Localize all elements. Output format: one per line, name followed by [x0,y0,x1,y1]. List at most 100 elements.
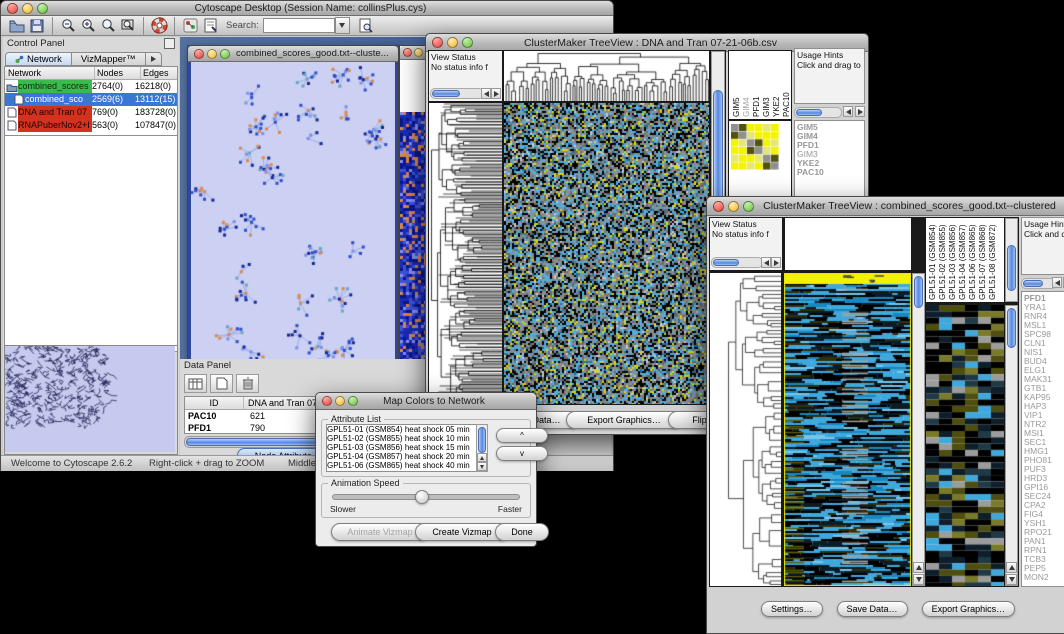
tab-network[interactable]: Network [5,52,72,66]
tv1-export-graphics-button[interactable]: Export Graphics… [566,411,682,429]
tv2-row-dendrogram[interactable] [710,273,781,586]
zoom-button[interactable] [348,396,358,406]
minimize-button[interactable] [22,3,33,14]
id-column[interactable]: ID [185,397,244,409]
minimize-button[interactable] [414,48,423,57]
zoom-out-icon[interactable] [58,16,78,36]
scroll-left-icon[interactable] [843,106,853,117]
zoom-button[interactable] [220,49,230,59]
close-button[interactable] [403,48,412,57]
save-icon[interactable] [27,16,47,36]
similarity-submatrix[interactable] [731,124,779,170]
close-button[interactable] [322,396,332,406]
network-list-empty-area[interactable] [4,136,178,352]
tv2-usage-hscrollbar[interactable] [1021,277,1064,289]
tv2-status-hscrollbar[interactable] [711,257,763,268]
scroll-left-icon[interactable] [481,88,491,99]
network-row[interactable]: RNAPuberNov2+I 563(0) 107847(0) [5,119,177,132]
move-down-button[interactable]: v [496,446,548,461]
close-button[interactable] [7,3,18,14]
network-view-canvas[interactable] [191,62,395,367]
attribute-list-item[interactable]: GPL51-01 (GSM854) heat shock 05 min [327,425,487,434]
tv2-action-button[interactable]: Export Graphics… [922,601,1016,617]
tv1-column-dendrogram[interactable] [504,51,709,101]
tv2-labels-vscrollbar[interactable] [1005,218,1018,302]
zoom-button[interactable] [462,37,473,48]
attribute-list-item[interactable]: GPL51-06 (GSM865) heat shock 40 min [327,461,487,470]
tv2-titlebar[interactable]: ClusterMaker TreeView : combined_scores_… [707,197,1064,216]
scroll-down-icon[interactable] [913,574,924,585]
cell-id[interactable]: PFD1 [185,422,246,434]
close-button[interactable] [713,201,724,212]
scroll-up-icon[interactable] [477,453,487,462]
attribute-list-item[interactable]: GPL51-02 (GSM855) heat shock 10 min [327,434,487,443]
attribute-list-item[interactable]: GPL51-07 (GSM868) heat shock 60 min [327,470,487,472]
close-button[interactable] [432,37,443,48]
vscroll-thumb[interactable] [914,276,923,308]
overview-canvas[interactable] [5,346,175,452]
attribute-list-vscrollbar[interactable] [476,424,488,472]
tv2-zoom-heatmap[interactable] [926,305,1004,586]
hscroll-thumb[interactable] [796,109,822,116]
tv1-usage-hscrollbar[interactable] [794,106,865,118]
tv2-column-dendrogram[interactable] [785,218,911,270]
tv1-status-hscrollbar[interactable] [430,88,484,99]
search-input[interactable] [263,18,335,33]
scroll-left-icon[interactable] [1052,277,1062,288]
tv2-action-button[interactable]: Save Data… [837,601,908,617]
network-row[interactable]: DNA and Tran 07 769(0) 183728(0) [5,106,177,119]
scroll-right-icon[interactable] [491,88,501,99]
attribute-table-icon[interactable] [184,374,207,393]
minimize-button[interactable] [207,49,217,59]
tv2-zoom-vscrollbar[interactable] [1005,305,1018,586]
attribute-list-item[interactable]: GPL51-03 (GSM856) heat shock 15 min [327,443,487,452]
scroll-down-icon[interactable] [477,462,487,471]
col-network[interactable]: Network [5,67,95,79]
done-button[interactable]: Done [495,523,549,541]
col-edges[interactable]: Edges [141,67,177,79]
new-attribute-icon[interactable] [210,374,233,393]
dialog-titlebar[interactable]: Map Colors to Network [316,393,536,410]
zoom-button[interactable] [37,3,48,14]
tv2-action-button[interactable]: Settings… [761,601,823,617]
scroll-right-icon[interactable] [771,257,781,268]
attribute-list-item[interactable]: GPL51-04 (GSM857) heat shock 20 min [327,452,487,461]
vscroll-thumb[interactable] [1007,245,1016,291]
network-row[interactable]: combined_scores 2764(0) 16218(0) [5,80,177,93]
folder-open-icon[interactable] [7,16,27,36]
tv1-heatmap[interactable] [504,103,709,404]
cell-id[interactable]: PAC10 [185,410,246,422]
tv2-heatmap-vscrollbar[interactable] [912,273,925,586]
vizmapper-icon[interactable] [180,16,200,36]
move-up-button[interactable]: ^ [496,428,548,443]
tv2-heatmap[interactable] [784,273,911,586]
network-overview-panel[interactable] [4,345,178,455]
minimize-button[interactable] [728,201,739,212]
minimize-button[interactable] [447,37,458,48]
document-magnifier-icon[interactable] [356,16,376,36]
zoom-fit-icon[interactable] [118,16,138,36]
zoom-in-icon[interactable] [78,16,98,36]
hscroll-thumb[interactable] [713,259,739,266]
vscroll-thumb[interactable] [1007,308,1016,348]
hscroll-thumb[interactable] [432,90,460,97]
scroll-down-icon[interactable] [1006,574,1017,585]
hscroll-thumb[interactable] [1023,280,1043,287]
slider-thumb[interactable] [415,490,429,504]
float-panel-icon[interactable] [164,38,175,49]
tab-overflow-arrow[interactable] [146,52,162,66]
attribute-list[interactable]: GPL51-01 (GSM854) heat shock 05 minGPL51… [326,424,488,472]
minimize-button[interactable] [335,396,345,406]
scroll-up-icon[interactable] [1006,562,1017,573]
scroll-right-icon[interactable] [855,106,865,117]
search-dropdown-icon[interactable] [335,17,350,34]
help-lifesaver-icon[interactable] [149,16,169,36]
tv1-row-dendrogram[interactable] [429,103,502,404]
tab-vizmapper[interactable]: VizMapper™ [72,52,146,66]
zoom-selected-icon[interactable] [98,16,118,36]
annotation-icon[interactable] [200,16,220,36]
network-row-selected[interactable]: combined_sco 2569(6) 13112(15) [5,93,177,106]
vscroll-thumb[interactable] [478,427,486,453]
delete-attribute-trash-icon[interactable] [236,374,259,393]
col-nodes[interactable]: Nodes [95,67,141,79]
